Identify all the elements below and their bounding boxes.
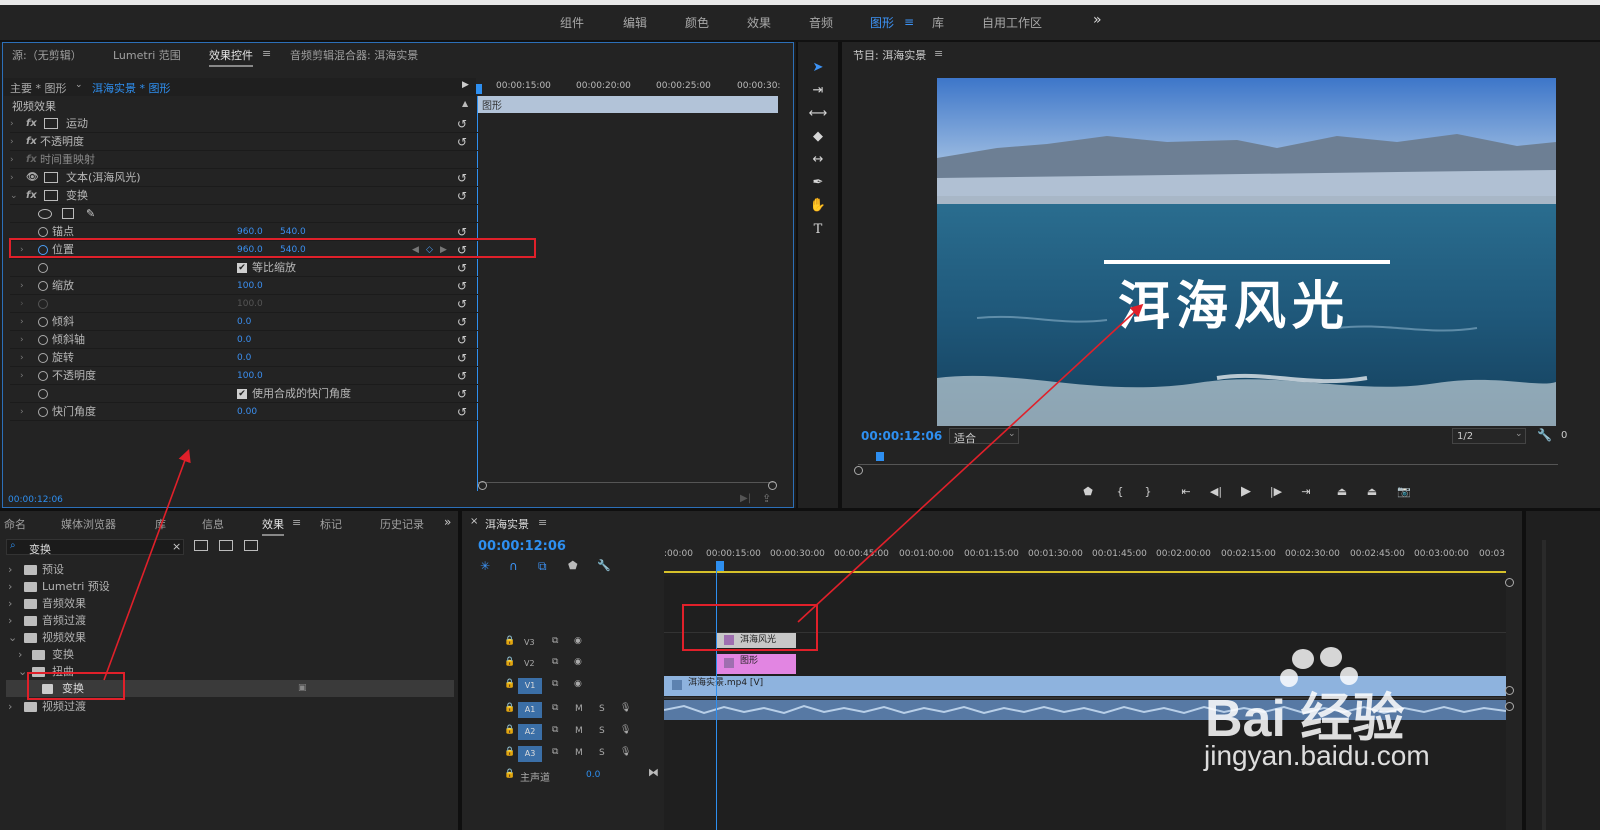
- arrow-effect-to-controls: [103, 448, 191, 681]
- arrow-clip-to-monitor: [797, 303, 1144, 623]
- watermark-url: jingyan.baidu.com: [1204, 740, 1430, 771]
